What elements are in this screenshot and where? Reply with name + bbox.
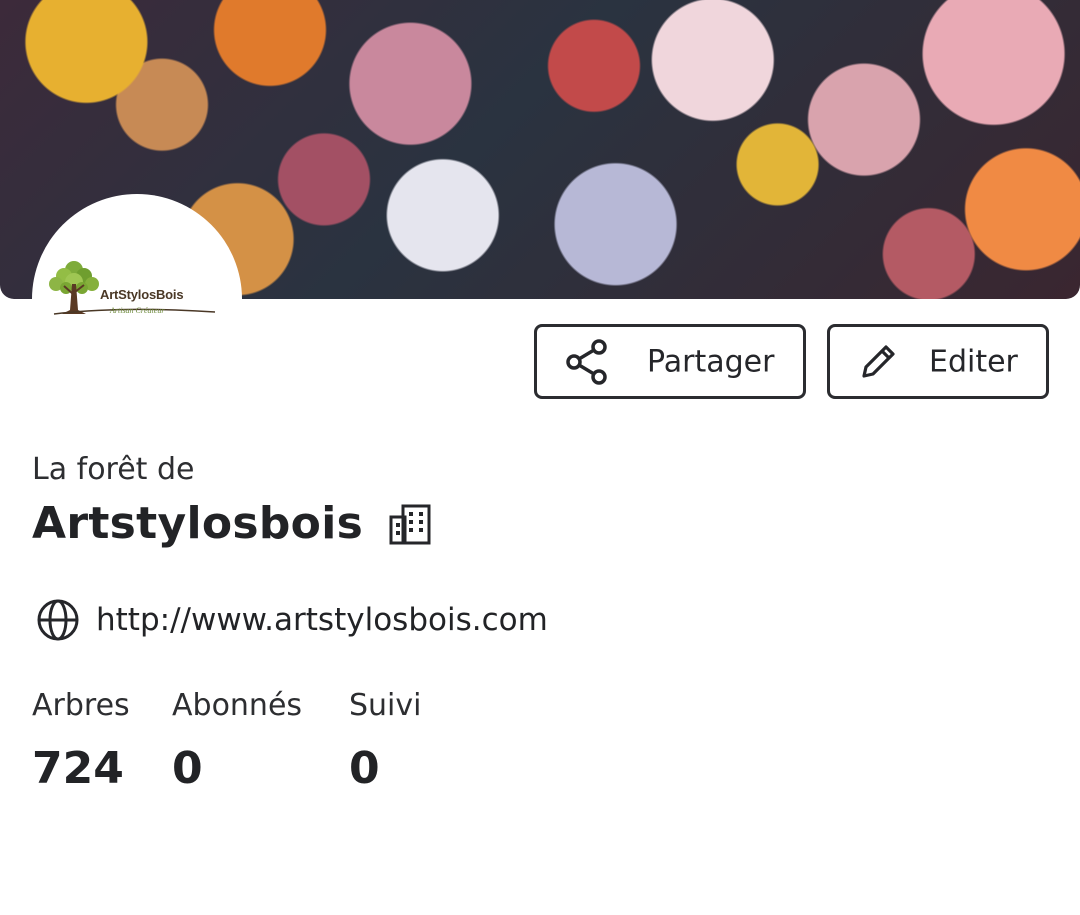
- logo-subtext: Artisan Créateur: [110, 306, 165, 315]
- edit-button[interactable]: Editer: [827, 324, 1049, 399]
- share-button-label: Partager: [647, 344, 775, 379]
- globe-icon: [36, 598, 80, 642]
- profile-subtitle: La forêt de: [32, 452, 195, 487]
- stat-label: Suivi: [349, 688, 422, 723]
- edit-button-label: Editer: [929, 344, 1018, 379]
- stat-label: Arbres: [32, 688, 130, 723]
- profile-name: Artstylosbois: [32, 498, 364, 549]
- stat-value: 0: [172, 743, 203, 794]
- website-link[interactable]: http://www.artstylosbois.com: [96, 602, 548, 638]
- stat-trees[interactable]: Arbres 724: [32, 688, 130, 794]
- share-icon: [565, 338, 609, 385]
- logo-text: ArtStylosBois: [100, 287, 184, 302]
- stat-label: Abonnés: [172, 688, 303, 723]
- profile-name-row: Artstylosbois: [32, 498, 431, 549]
- stat-following[interactable]: Suivi 0: [349, 688, 421, 794]
- pencil-icon: [858, 342, 898, 382]
- avatar[interactable]: ArtStylosBois Artisan Créateur: [32, 194, 242, 404]
- stat-value: 724: [32, 743, 124, 794]
- building-icon: [389, 503, 431, 545]
- website-row: http://www.artstylosbois.com: [36, 598, 548, 642]
- stat-value: 0: [349, 743, 380, 794]
- share-button[interactable]: Partager: [534, 324, 806, 399]
- stat-followers[interactable]: Abonnés 0: [172, 688, 302, 794]
